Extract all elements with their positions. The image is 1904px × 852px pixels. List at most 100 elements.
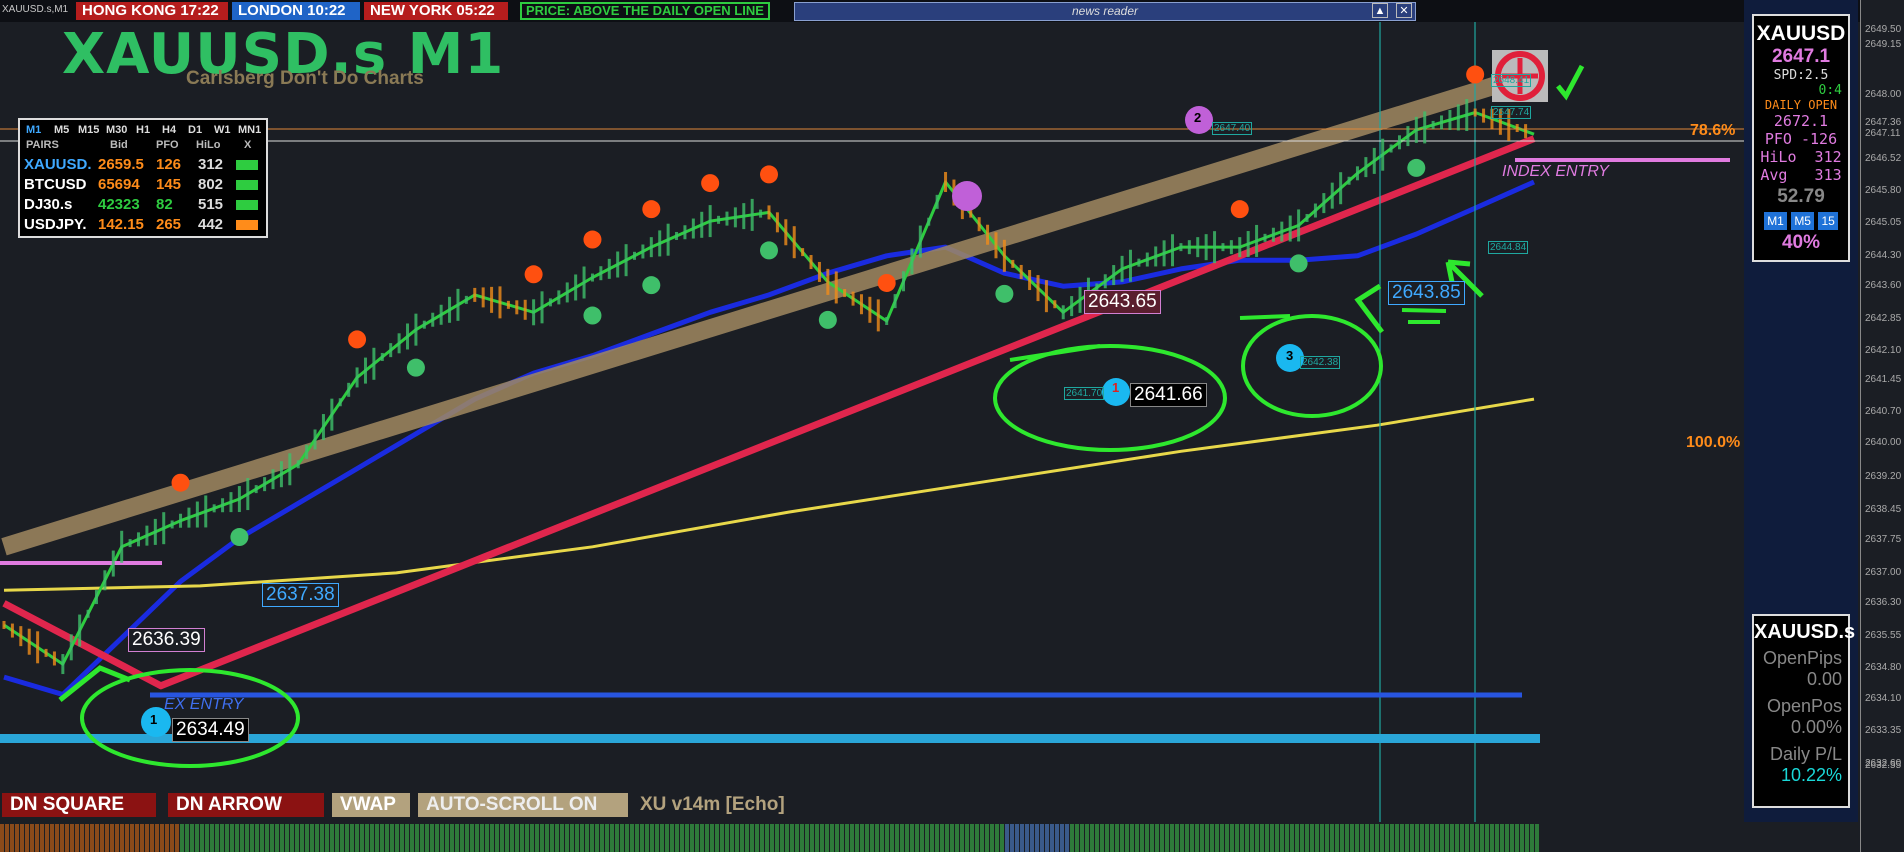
price-tick: 2649.50 (1865, 24, 1902, 35)
histogram-bar (915, 824, 919, 852)
histogram-bar (1275, 824, 1279, 852)
price-bar (918, 225, 922, 258)
histogram-bar (1250, 824, 1254, 852)
histogram-bar (650, 824, 654, 852)
panel-tf-15-button[interactable]: 15 (1818, 212, 1838, 230)
histogram-bar (520, 824, 524, 852)
tf-d1[interactable]: D1 (188, 124, 202, 136)
price-bar (1154, 246, 1158, 267)
histogram-bar (1010, 824, 1014, 852)
histogram-bar (785, 824, 789, 852)
histogram-bar (820, 824, 824, 852)
panel-tf-m1-button[interactable]: M1 (1764, 212, 1787, 230)
histogram-bar (1015, 824, 1019, 852)
histogram-bar (1505, 824, 1509, 852)
panel-symbol: XAUUSD (1756, 22, 1846, 45)
histogram-bar (1435, 824, 1439, 852)
price-bar (784, 219, 788, 246)
panel-daily-open-label: DAILY OPEN (1764, 98, 1838, 112)
fib-100-label: 100.0% (1686, 434, 1741, 451)
tf-w1[interactable]: W1 (214, 124, 231, 136)
histogram-bar (1340, 824, 1344, 852)
price-bar (969, 209, 973, 218)
price-bar (212, 504, 216, 513)
dn-arrow-button[interactable]: DN ARROW (168, 793, 324, 817)
signal-dot (642, 276, 661, 295)
price-bar (1179, 243, 1183, 252)
histogram-bar (185, 824, 189, 852)
histogram-bar (1175, 824, 1179, 852)
price-bar (1162, 240, 1166, 267)
histogram-bar (710, 824, 714, 852)
price-bar (380, 352, 384, 361)
histogram-bar (180, 824, 184, 852)
news-close-button[interactable]: ✕ (1396, 3, 1412, 18)
histogram-bar (125, 824, 129, 852)
histogram-bar (1410, 824, 1414, 852)
price-bar (859, 294, 863, 315)
histogram-bar (900, 824, 904, 852)
histogram-bar (60, 824, 64, 852)
pair-pfo: 126 (156, 156, 182, 173)
price-bar (170, 520, 174, 529)
histogram-bar (1240, 824, 1244, 852)
tf-mn1[interactable]: MN1 (238, 124, 261, 136)
histogram-bar (575, 824, 579, 852)
histogram-bar (540, 824, 544, 852)
histogram-bar (205, 824, 209, 852)
price-bar (1397, 135, 1401, 150)
tf-m1[interactable]: M1 (26, 124, 41, 136)
symbol-tab[interactable]: XAUUSD.s,M1 (2, 4, 68, 15)
histogram-bar (1055, 824, 1059, 852)
vwap-button[interactable]: VWAP (332, 793, 410, 817)
price-bar (456, 288, 460, 321)
tf-m15[interactable]: M15 (78, 124, 99, 136)
histogram-bar (975, 824, 979, 852)
pair-status-box (236, 200, 258, 210)
histogram-bar (1060, 824, 1064, 852)
price-bar (876, 299, 880, 332)
tf-m30[interactable]: M30 (106, 124, 127, 136)
price-bar (767, 205, 771, 220)
panel-tf-m5-button[interactable]: M5 (1791, 212, 1814, 230)
histogram-bar (1145, 824, 1149, 852)
price-bar (422, 320, 426, 329)
pair-pfo: 82 (156, 196, 173, 213)
histogram-bar (830, 824, 834, 852)
dn-square-button[interactable]: DN SQUARE (2, 793, 156, 817)
price-axis[interactable]: 2649.50 2649.15 2648.00 2647.36 2647.11 2646.… (1860, 0, 1904, 852)
histogram-bar (105, 824, 109, 852)
price-bar (473, 287, 477, 302)
histogram-bar (370, 824, 374, 852)
histogram-bar (1165, 824, 1169, 852)
histogram-bar (740, 824, 744, 852)
histogram-bar (280, 824, 284, 852)
price-chart[interactable] (0, 0, 1904, 852)
histogram-bar (965, 824, 969, 852)
price-bar (658, 230, 662, 257)
histogram-bar (330, 824, 334, 852)
tf-h4[interactable]: H4 (162, 124, 176, 136)
tf-h1[interactable]: H1 (136, 124, 150, 136)
price-bar (1213, 231, 1217, 264)
news-collapse-button[interactable]: ▲ (1372, 3, 1388, 18)
auto-scroll-button[interactable]: AUTO-SCROLL ON (418, 793, 628, 817)
annotation-check (1556, 64, 1585, 101)
histogram-bar (245, 824, 249, 852)
price-bar (1263, 233, 1267, 242)
histogram-bar (705, 824, 709, 852)
histogram-bar (175, 824, 179, 852)
price-bar (86, 609, 90, 618)
price-tick: 2633.35 (1865, 725, 1902, 737)
histogram-bar (375, 824, 379, 852)
tf-m5[interactable]: M5 (54, 124, 69, 136)
histogram-bar (1135, 824, 1139, 852)
histogram-bar (1470, 824, 1474, 852)
histogram-bar (760, 824, 764, 852)
price-bar (725, 211, 729, 226)
histogram-bar (420, 824, 424, 852)
histogram-bar (815, 824, 819, 852)
price-bar (1171, 234, 1175, 267)
news-reader-bar[interactable]: news reader (794, 2, 1416, 21)
price-bar (523, 299, 527, 320)
